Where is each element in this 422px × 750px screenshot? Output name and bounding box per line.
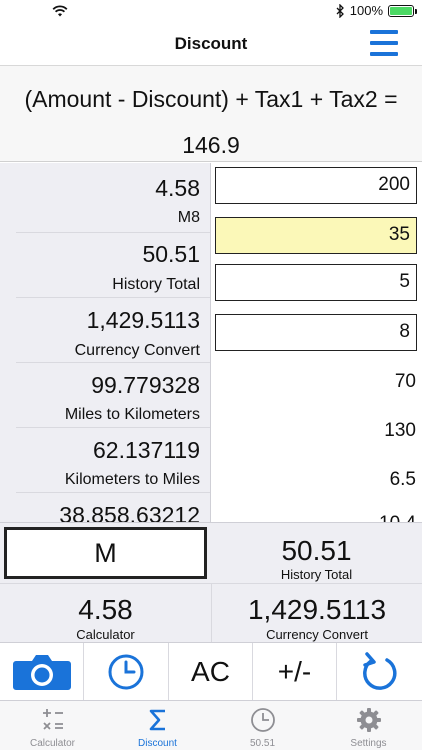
tab-label: Discount	[138, 738, 177, 749]
wifi-icon	[52, 5, 68, 17]
sign-label: +/-	[277, 656, 312, 687]
history-value[interactable]: 62.137119	[93, 437, 200, 464]
memory-button[interactable]: M	[4, 527, 207, 579]
tab-calculator[interactable]: Calculator	[0, 701, 105, 750]
memory-tile[interactable]: M	[0, 523, 211, 583]
camera-icon	[12, 655, 71, 690]
tab-label: Settings	[350, 738, 387, 749]
history-list[interactable]: 4.58 M8 50.51 History Total 1,429.5113 C…	[0, 163, 211, 522]
result-value: 70	[394, 371, 416, 392]
history-value[interactable]: 50.51	[142, 241, 200, 268]
result-value: 10.4	[379, 513, 416, 522]
history-value[interactable]: 38,858.63212	[59, 502, 200, 522]
currency-tile[interactable]: 1,429.5113 Currency Convert	[211, 583, 422, 643]
hamburger-icon	[370, 30, 398, 34]
result-value: 6.5	[389, 469, 416, 490]
battery-icon	[388, 4, 417, 17]
history-label: Kilometers to Miles	[64, 471, 200, 488]
tab-discount[interactable]: Discount	[105, 701, 210, 750]
currency-label: Currency Convert	[266, 627, 368, 642]
history-total-label: History Total	[280, 567, 353, 582]
action-toolbar: AC +/-	[0, 642, 422, 701]
calculator-symbols-icon	[42, 709, 63, 730]
result-value: 130	[384, 420, 416, 441]
clock-icon	[108, 654, 144, 690]
discount-input[interactable]: 35	[215, 217, 417, 254]
calculator-value: 4.58	[78, 594, 133, 625]
clear-label: AC	[191, 656, 230, 687]
formula-result: 146.9	[182, 132, 240, 158]
history-total-tile[interactable]: 50.51 History Total	[211, 523, 422, 583]
discount-inputs: 200 35 5 8 70 130 6.5 10.4	[211, 163, 422, 522]
calculator-tile[interactable]: 4.58 Calculator	[0, 583, 211, 643]
gear-icon	[356, 708, 381, 732]
page-title: Discount	[174, 34, 248, 53]
history-value[interactable]: 99.779328	[91, 372, 200, 399]
history-value[interactable]: 1,429.5113	[87, 307, 200, 334]
clear-button[interactable]: AC	[169, 643, 253, 701]
tax1-input[interactable]: 5	[215, 264, 417, 301]
clock-icon	[250, 708, 275, 732]
history-label: History Total	[112, 276, 200, 293]
tab-history[interactable]: 50.51	[210, 701, 315, 750]
history-label: M8	[177, 209, 200, 226]
status-bar: 100%	[0, 0, 422, 22]
formula-expression: (Amount - Discount) + Tax1 + Tax2 =	[24, 86, 398, 112]
formula-panel: (Amount - Discount) + Tax1 + Tax2 = 146.…	[0, 66, 422, 162]
memory-tiles: M 50.51 History Total 4.58 Calculator 1,…	[0, 522, 422, 643]
tax2-input[interactable]: 8	[215, 314, 417, 351]
tab-label: Calculator	[29, 738, 76, 749]
menu-button[interactable]	[370, 30, 398, 56]
bluetooth-icon	[336, 3, 344, 18]
amount-input[interactable]: 200	[215, 167, 417, 204]
nav-bar: Discount	[0, 22, 422, 66]
sign-button[interactable]: +/-	[253, 643, 337, 701]
sigma-icon	[149, 709, 165, 731]
camera-button[interactable]	[0, 643, 84, 701]
tab-label: 50.51	[249, 738, 276, 749]
calculator-label: Calculator	[76, 627, 135, 642]
history-value[interactable]: 4.58	[155, 175, 200, 202]
tab-bar: Calculator Discount 50.51 Settings	[0, 700, 422, 750]
refresh-icon	[362, 652, 397, 690]
refresh-button[interactable]	[337, 643, 422, 701]
history-label: Miles to Kilometers	[64, 406, 200, 423]
history-total-value: 50.51	[281, 535, 352, 566]
history-button[interactable]	[84, 643, 169, 701]
work-area: 4.58 M8 50.51 History Total 1,429.5113 C…	[0, 163, 422, 522]
tab-settings[interactable]: Settings	[315, 701, 422, 750]
currency-value: 1,429.5113	[247, 594, 387, 625]
history-label: Currency Convert	[74, 342, 200, 359]
battery-percent: 100%	[349, 3, 383, 18]
